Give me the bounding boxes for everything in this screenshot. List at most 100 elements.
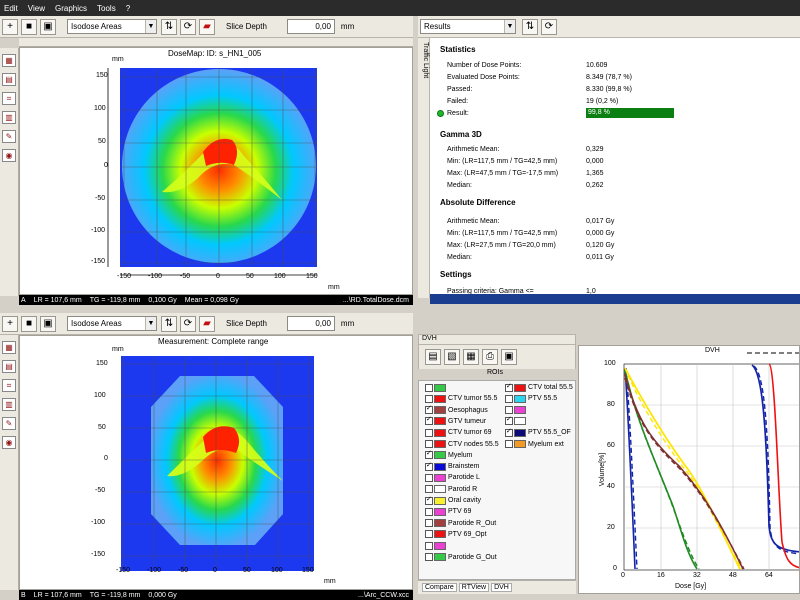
- roi-item[interactable]: Parotid R: [425, 484, 477, 495]
- roi-checkbox[interactable]: [425, 485, 433, 494]
- bottom-dose-canvas: [121, 356, 314, 571]
- roi-checkbox[interactable]: [425, 415, 433, 426]
- table-icon[interactable]: ▦: [463, 349, 479, 365]
- bottom-mode-select[interactable]: Isodose Areas ▼: [67, 316, 157, 331]
- roi-checkbox[interactable]: [505, 394, 513, 403]
- roi-checkbox[interactable]: [425, 541, 433, 550]
- roi-item[interactable]: Parotide L: [425, 472, 480, 483]
- refresh-icon[interactable]: ⟳: [541, 18, 557, 35]
- compare-icon[interactable]: ▥: [2, 398, 16, 411]
- profile-icon[interactable]: ▤: [2, 360, 16, 373]
- results-sidetab[interactable]: Traffic Light: [418, 38, 430, 298]
- roi-item[interactable]: PTV 55.5: [505, 393, 557, 404]
- results-select[interactable]: Results ▼: [420, 19, 516, 34]
- profile-icon[interactable]: ▤: [2, 73, 16, 86]
- roi-checkbox[interactable]: [505, 440, 513, 448]
- roi-checkbox[interactable]: [425, 495, 433, 505]
- menu-graphics[interactable]: Graphics: [55, 4, 87, 13]
- note-icon[interactable]: ▧: [444, 349, 460, 365]
- tab-dvh[interactable]: DVH: [491, 583, 512, 592]
- roi-color-swatch: [434, 519, 446, 528]
- roi-item[interactable]: PTV 69_Opt: [425, 529, 487, 540]
- roi-checkbox[interactable]: [505, 415, 513, 426]
- roi-item[interactable]: PTV 55.5_OF: [505, 427, 571, 438]
- save-icon[interactable]: ▣: [40, 315, 56, 332]
- refresh-icon[interactable]: ⟳: [180, 18, 196, 35]
- new-icon[interactable]: +: [2, 18, 18, 35]
- roi-item[interactable]: Brainstem: [425, 461, 480, 472]
- roi-checkbox[interactable]: [425, 428, 433, 437]
- new-icon[interactable]: +: [2, 315, 18, 332]
- roi-checkbox[interactable]: [425, 519, 433, 528]
- roi-checkbox[interactable]: [425, 461, 433, 471]
- folder-icon[interactable]: ■: [21, 315, 37, 332]
- roi-item[interactable]: PTV 69: [425, 506, 471, 517]
- roi-item[interactable]: GTV tumeur: [425, 415, 486, 427]
- edit-icon[interactable]: ✎: [2, 130, 16, 143]
- edit-icon[interactable]: ✎: [2, 417, 16, 430]
- top-mode-select[interactable]: Isodose Areas ▼: [67, 19, 157, 34]
- roi-checkbox[interactable]: [425, 383, 433, 392]
- menu-view[interactable]: View: [28, 4, 45, 13]
- roi-item[interactable]: Parotide R_Out: [425, 518, 496, 529]
- measure-icon[interactable]: ⌗: [2, 379, 16, 392]
- roi-checkbox[interactable]: [505, 406, 513, 415]
- dvh-y-tick-40: 40: [607, 483, 615, 490]
- color-icon[interactable]: ▰: [199, 18, 215, 35]
- roi-item[interactable]: CTV nodes 55.5: [425, 439, 499, 450]
- color-icon[interactable]: ▰: [199, 315, 215, 332]
- roi-item[interactable]: [425, 382, 448, 393]
- roi-item[interactable]: Oesophagus: [425, 404, 488, 416]
- roi-checkbox[interactable]: [425, 449, 433, 460]
- database-icon[interactable]: ▤: [425, 349, 441, 365]
- rois-title: ROIs: [487, 369, 503, 376]
- print-icon[interactable]: ⎙: [482, 349, 498, 365]
- roi-checkbox[interactable]: [425, 473, 433, 482]
- swap-icon[interactable]: ⇅: [161, 18, 177, 35]
- roi-item[interactable]: Oral cavity: [425, 495, 481, 506]
- roi-checkbox[interactable]: [425, 507, 433, 516]
- roi-item[interactable]: Myelum ext: [505, 439, 564, 450]
- roi-item[interactable]: CTV tumor 55.5: [425, 393, 497, 404]
- roi-checkbox[interactable]: [425, 530, 433, 539]
- roi-item[interactable]: Myelum: [425, 449, 473, 461]
- menu-tools[interactable]: Tools: [97, 4, 116, 13]
- tab-compare[interactable]: Compare: [422, 583, 457, 592]
- menu-help[interactable]: ?: [126, 4, 130, 13]
- bottom-slice-input[interactable]: 0,00: [286, 316, 335, 331]
- swap-icon[interactable]: ⇅: [522, 18, 538, 35]
- tick-x-neg150: -150: [117, 273, 132, 280]
- dvh-y-tick-100: 100: [604, 360, 616, 367]
- roi-item[interactable]: [425, 540, 448, 551]
- folder-icon[interactable]: ■: [21, 18, 37, 35]
- roi-item[interactable]: [505, 405, 528, 416]
- roi-checkbox[interactable]: [425, 404, 433, 415]
- roi-label: Parotide G_Out: [448, 553, 497, 561]
- roi-item[interactable]: CTV total 55.5: [505, 382, 573, 393]
- top-slice-input[interactable]: 0,00: [286, 19, 335, 34]
- save-icon[interactable]: ▣: [501, 349, 517, 365]
- roi-checkbox[interactable]: [425, 440, 433, 448]
- bottom-mode-value: Isodose Areas: [71, 319, 122, 328]
- tab-rtview[interactable]: RTView: [458, 583, 490, 592]
- save-icon[interactable]: ▣: [40, 18, 56, 35]
- grid-icon[interactable]: ▦: [2, 54, 16, 67]
- swap-icon[interactable]: ⇅: [161, 315, 177, 332]
- roi-item[interactable]: CTV tumor 69: [425, 427, 492, 438]
- measure-icon[interactable]: ⌗: [2, 92, 16, 105]
- compare-icon[interactable]: ▥: [2, 111, 16, 124]
- grid-icon[interactable]: ▦: [2, 341, 16, 354]
- roi-label: Parotide L: [448, 474, 480, 482]
- roi-checkbox[interactable]: [505, 382, 513, 392]
- menu-edit[interactable]: Edit: [4, 4, 18, 13]
- roi-checkbox[interactable]: [505, 427, 513, 437]
- roi-checkbox[interactable]: [425, 553, 433, 561]
- tick-y-neg150: -150: [91, 551, 106, 558]
- roi-checkbox[interactable]: [425, 394, 433, 403]
- gamma-icon[interactable]: ◉: [2, 149, 16, 162]
- menu-bar: Edit View Graphics Tools ?: [0, 0, 800, 16]
- roi-item[interactable]: Parotide G_Out: [425, 552, 497, 563]
- gamma-icon[interactable]: ◉: [2, 436, 16, 449]
- roi-item[interactable]: [505, 415, 528, 427]
- refresh-icon[interactable]: ⟳: [180, 315, 196, 332]
